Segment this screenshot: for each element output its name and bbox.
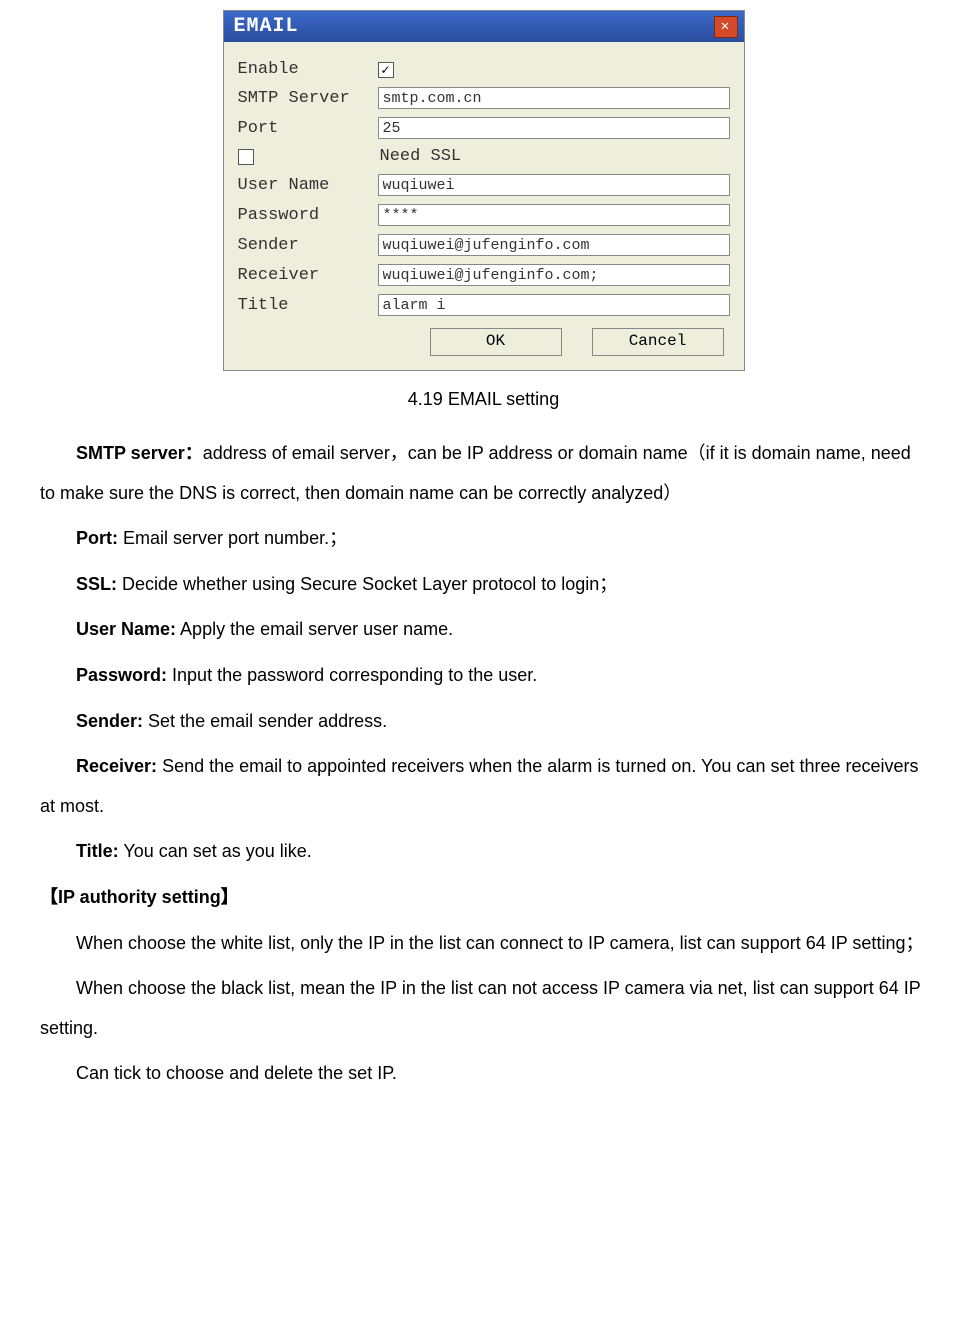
dialog-titlebar: EMAIL ✕ (224, 11, 744, 42)
figure-caption: 4.19 EMAIL setting (10, 389, 957, 410)
row-username: User Name (238, 174, 730, 196)
port-text: Email server port number.； (118, 528, 347, 548)
label-ssl: Need SSL (380, 147, 462, 166)
ip-p2: When choose the black list, mean the IP … (40, 969, 927, 1048)
row-receiver: Receiver (238, 264, 730, 286)
dialog-body: Enable ✓ SMTP Server Port Need SSL User … (224, 42, 744, 370)
ok-button[interactable]: OK (430, 328, 562, 356)
smtp-server-input[interactable] (378, 87, 730, 109)
close-icon: ✕ (721, 18, 730, 35)
cancel-button[interactable]: Cancel (592, 328, 724, 356)
ssl-bold: SSL: (76, 574, 117, 594)
send-bold: Sender: (76, 711, 143, 731)
label-title: Title (238, 296, 378, 315)
row-enable: Enable ✓ (238, 60, 730, 79)
row-password: Password (238, 204, 730, 226)
recv-text: Send the email to appointed receivers wh… (40, 756, 919, 816)
ip-p1: When choose the white list, only the IP … (40, 924, 927, 964)
label-receiver: Receiver (238, 266, 378, 285)
label-username: User Name (238, 176, 378, 195)
label-password: Password (238, 206, 378, 225)
sender-input[interactable] (378, 234, 730, 256)
send-text: Set the email sender address. (143, 711, 387, 731)
pass-text: Input the password corresponding to the … (167, 665, 537, 685)
titlef-text: You can set as you like. (119, 841, 312, 861)
label-smtp: SMTP Server (238, 89, 378, 108)
button-row: OK Cancel (238, 328, 730, 356)
port-input[interactable] (378, 117, 730, 139)
ssl-text: Decide whether using Secure Socket Layer… (117, 574, 617, 594)
recv-bold: Receiver: (76, 756, 157, 776)
port-bold: Port: (76, 528, 118, 548)
ssl-checkbox[interactable] (238, 149, 254, 165)
username-input[interactable] (378, 174, 730, 196)
row-port: Port (238, 117, 730, 139)
row-ssl: Need SSL (238, 147, 730, 166)
email-dialog: EMAIL ✕ Enable ✓ SMTP Server Port Need S… (223, 10, 745, 371)
user-text: Apply the email server user name. (176, 619, 453, 639)
label-enable: Enable (238, 60, 378, 79)
titlef-bold: Title: (76, 841, 119, 861)
enable-checkbox[interactable]: ✓ (378, 62, 394, 78)
close-button[interactable]: ✕ (714, 16, 738, 38)
label-sender: Sender (238, 236, 378, 255)
dialog-title: EMAIL (234, 15, 299, 38)
row-smtp: SMTP Server (238, 87, 730, 109)
pass-bold: Password: (76, 665, 167, 685)
ip-p3: Can tick to choose and delete the set IP… (40, 1054, 927, 1094)
smtp-bold: SMTP server： (76, 443, 203, 463)
password-input[interactable] (378, 204, 730, 226)
user-bold: User Name: (76, 619, 176, 639)
receiver-input[interactable] (378, 264, 730, 286)
row-title: Title (238, 294, 730, 316)
row-sender: Sender (238, 234, 730, 256)
title-input[interactable] (378, 294, 730, 316)
document-text: SMTP server：address of email server，can … (10, 434, 957, 1094)
label-port: Port (238, 119, 378, 138)
ip-heading: 【IP authority setting】 (40, 878, 927, 918)
